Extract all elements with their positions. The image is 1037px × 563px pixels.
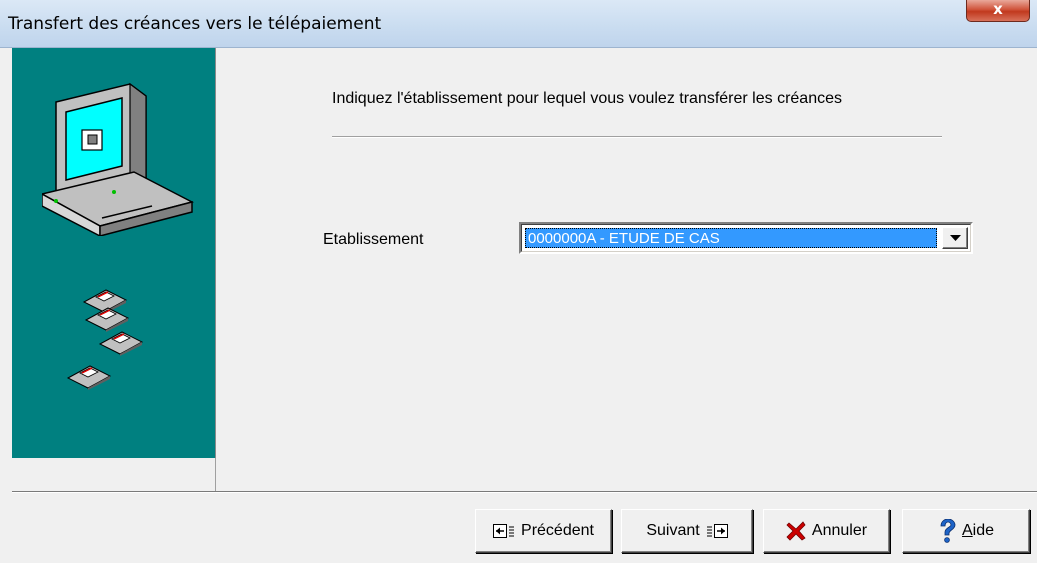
previous-page-icon bbox=[493, 524, 515, 538]
next-page-icon bbox=[706, 524, 728, 538]
floppy-disk-icon bbox=[66, 365, 112, 390]
help-button[interactable]: Aide bbox=[902, 509, 1030, 553]
computer-icon bbox=[42, 82, 194, 236]
cancel-button[interactable]: Annuler bbox=[763, 509, 890, 553]
red-x-icon bbox=[786, 521, 806, 541]
title-bar: Transfert des créances vers le télépaiem… bbox=[0, 0, 1037, 48]
cancel-button-label: Annuler bbox=[811, 522, 868, 539]
help-accelerator: A bbox=[961, 522, 973, 539]
establishment-select[interactable]: 0000000A - ETUDE DE CAS bbox=[519, 222, 973, 254]
help-button-label: Aide bbox=[962, 522, 994, 540]
instruction-text: Indiquez l'établissement pour lequel vou… bbox=[332, 90, 842, 107]
floppy-disk-icon bbox=[84, 307, 130, 332]
help-label-rest: ide bbox=[972, 522, 995, 539]
header-separator bbox=[332, 136, 942, 138]
next-button-label: Suivant bbox=[646, 522, 700, 539]
floppy-disk-icon bbox=[98, 331, 144, 356]
side-illustration-panel bbox=[12, 48, 216, 458]
wizard-body: Indiquez l'établissement pour lequel vou… bbox=[0, 48, 1037, 563]
previous-button[interactable]: Précédent bbox=[475, 509, 612, 553]
establishment-select-frame: 0000000A - ETUDE DE CAS bbox=[521, 224, 971, 252]
chevron-down-icon bbox=[950, 235, 961, 241]
window-title: Transfert des créances vers le télépaiem… bbox=[8, 14, 382, 34]
side-panel-footer bbox=[12, 458, 216, 491]
footer-separator bbox=[12, 491, 1037, 493]
establishment-dropdown-button[interactable] bbox=[942, 227, 968, 249]
establishment-label: Etablissement bbox=[323, 231, 424, 248]
question-mark-icon bbox=[940, 519, 956, 543]
close-button[interactable]: x bbox=[966, 0, 1030, 22]
next-button[interactable]: Suivant bbox=[621, 509, 753, 553]
establishment-selected-value[interactable]: 0000000A - ETUDE DE CAS bbox=[525, 228, 937, 248]
previous-button-label: Précédent bbox=[521, 522, 594, 539]
